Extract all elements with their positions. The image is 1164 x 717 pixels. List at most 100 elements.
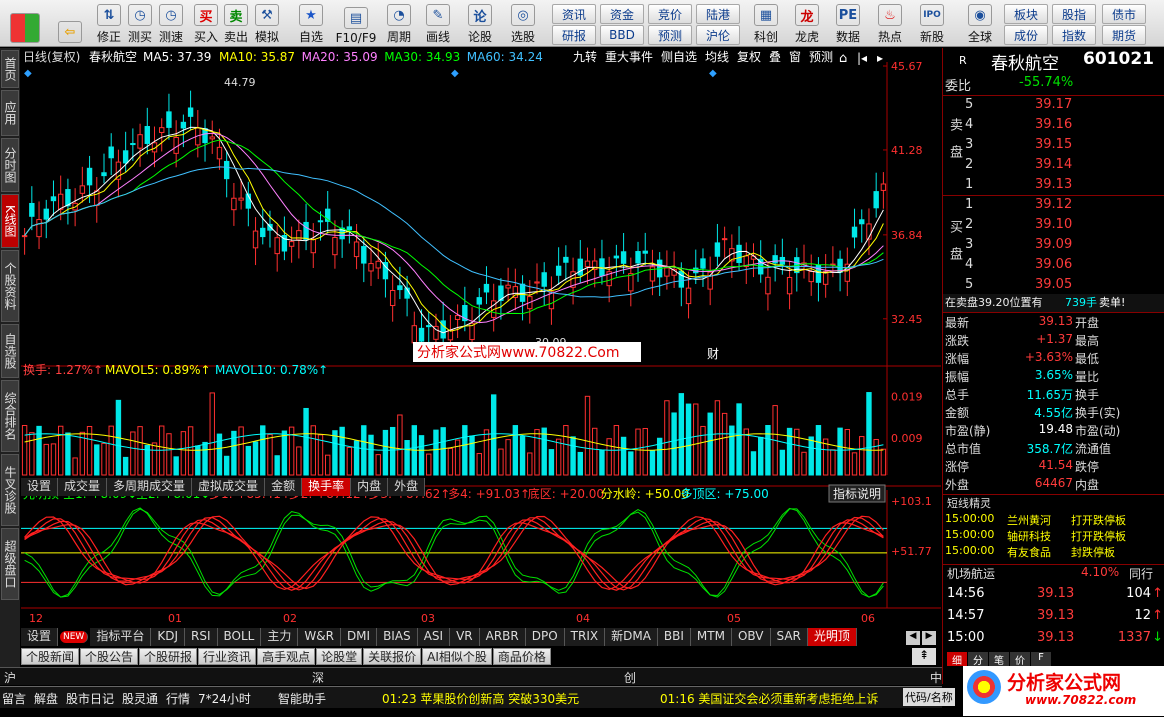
indicator-tab[interactable]: BIAS [377, 628, 418, 646]
detail-tab[interactable]: 价 [1010, 652, 1030, 667]
chart-svg[interactable]: 日线(复权) 春秋航空 MA5: 37.39 MA10: 35.87 MA20: 35.… [21, 48, 941, 630]
toolbar-small-button[interactable]: 研报 [552, 25, 596, 45]
indicator-tab[interactable]: W&R [298, 628, 341, 646]
volume-tab[interactable]: 金额 [265, 478, 303, 496]
toolbar-forum-button[interactable]: 论论股 [462, 1, 498, 45]
event-marker-icon[interactable]: ◆ [709, 68, 717, 79]
market-label[interactable]: 创 [624, 669, 636, 686]
toolbar-small-button[interactable]: 沪伦 [696, 25, 740, 45]
indicator-tab[interactable]: RSI [185, 628, 218, 646]
news-ticker-1[interactable]: 01:23 苹果股价创新高 突破330美元 [382, 690, 579, 707]
short-stock[interactable]: 轴研科技 [1007, 528, 1051, 544]
indicator-tab[interactable]: ASI [417, 628, 451, 646]
market-label[interactable]: 沪 [4, 669, 16, 686]
sidebar-item[interactable]: 个股资料 [1, 250, 19, 322]
toolbar-draw-button[interactable]: ✎ 画线 [420, 1, 456, 45]
collapse-icon[interactable]: ⇞ [912, 648, 936, 665]
indicator-tab[interactable]: BOLL [217, 628, 262, 646]
info-tab[interactable]: 高手观点 [257, 648, 316, 665]
toolbar-global-button[interactable]: ◉ 全球 [958, 1, 1002, 45]
status-item[interactable]: 留言 [2, 690, 26, 707]
toolbar-small-button[interactable]: BBD [600, 25, 644, 45]
sidebar-item[interactable]: 牛叉诊股 [1, 454, 19, 526]
toolbar-small-button[interactable]: 陆港 [696, 4, 740, 24]
toolbar-hot-button[interactable]: ♨ 热点 [872, 1, 908, 45]
indicator-tab[interactable]: 主力 [261, 628, 299, 646]
status-item[interactable]: 智能助手 [278, 690, 326, 707]
ask-price[interactable]: 39.14 [1035, 157, 1072, 172]
status-item[interactable]: 7*24小时 [198, 690, 251, 707]
bid-price[interactable]: 39.10 [1035, 217, 1072, 232]
toolbar-small-button[interactable]: 债市 [1102, 4, 1146, 24]
volume-tab[interactable]: 换手率 [302, 478, 352, 496]
indicator-tab[interactable]: OBV [731, 628, 771, 646]
bid-price[interactable]: 39.09 [1035, 237, 1072, 252]
toolbar-period-button[interactable]: ◔ 周期 [380, 1, 418, 45]
status-item[interactable]: 股市日记 [66, 690, 114, 707]
kline-header-button[interactable]: 复权 [737, 50, 761, 64]
toolbar-back-button[interactable]: ⇦ [52, 1, 88, 45]
kline-period-label[interactable]: 日线(复权) [23, 50, 80, 64]
toolbar-pick-button[interactable]: ◎ 选股 [502, 1, 544, 45]
kline-header-button[interactable]: 窗 [789, 50, 801, 64]
kline-header-button[interactable]: 九转 [573, 49, 597, 64]
toolbar-simulate-button[interactable]: ⚒ 模拟 [252, 1, 282, 45]
toolbar-measure-button[interactable]: ◷ 测速 [156, 1, 186, 45]
toolbar-f10-button[interactable]: ▤ F10/F9 [334, 1, 378, 45]
sidebar-item[interactable]: 综合排名 [1, 380, 19, 452]
indicator-tab[interactable]: MTM [690, 628, 732, 646]
event-marker-icon[interactable]: ◆ [451, 68, 459, 79]
toolbar-data-button[interactable]: PE 数据 [830, 1, 866, 45]
detail-tab[interactable]: 笔 [989, 652, 1009, 667]
indicator-tab[interactable]: 新DMA [605, 628, 658, 646]
kline-header-button[interactable]: 叠 [769, 50, 781, 64]
market-label[interactable]: 深 [312, 669, 324, 686]
finance-marker[interactable]: 财 [707, 347, 719, 361]
indicator-explain-label[interactable]: 指标说明 [833, 486, 881, 501]
volume-tab[interactable]: 成交量 [58, 478, 108, 496]
scroll-left-icon[interactable]: ◀ [906, 631, 920, 645]
toolbar-small-button[interactable]: 资讯 [552, 4, 596, 24]
indicator-tab[interactable]: 指标平台 [90, 628, 152, 646]
kline-header-button[interactable]: 均线 [705, 50, 729, 64]
indicator-tab[interactable]: ARBR [479, 628, 526, 646]
info-tab[interactable]: 个股新闻 [21, 648, 80, 665]
ask-price[interactable]: 39.13 [1035, 177, 1072, 192]
indicator-tab[interactable]: VR [450, 628, 480, 646]
info-tab[interactable]: 个股公告 [80, 648, 139, 665]
indicator-tab[interactable]: TRIX [564, 628, 606, 646]
sector-peer-button[interactable]: 同行 [1129, 565, 1153, 582]
sidebar-item[interactable]: 超级盘口 [1, 528, 19, 600]
next-icon[interactable]: ▸ [877, 51, 883, 65]
sidebar-item[interactable]: 应用 [1, 90, 19, 136]
indicator-tab[interactable]: KDJ [151, 628, 186, 646]
bid-price[interactable]: 39.12 [1035, 197, 1072, 212]
short-stock[interactable]: 兰州黄河 [1007, 512, 1051, 528]
status-item[interactable]: 股灵通 [122, 690, 158, 707]
detail-tab[interactable]: 分 [968, 652, 988, 667]
info-tab[interactable]: 关联报价 [363, 648, 422, 665]
indicator-tab[interactable]: 设置 [21, 628, 59, 646]
sidebar-item[interactable]: 首页 [1, 50, 19, 88]
prev-icon[interactable]: |◂ [857, 51, 867, 65]
toolbar-fix-button[interactable]: ⇅ 修正 [94, 1, 124, 45]
ask-price[interactable]: 39.16 [1035, 117, 1072, 132]
new-badge[interactable]: NEW [60, 631, 89, 643]
detail-tab[interactable]: 细 [947, 652, 967, 667]
info-tab[interactable]: 商品价格 [492, 648, 551, 665]
volume-tab[interactable]: 设置 [21, 478, 59, 496]
toolbar-small-button[interactable]: 预测 [648, 25, 692, 45]
volume-tab[interactable]: 虚拟成交量 [192, 478, 266, 496]
toolbar-watchlist-button[interactable]: ★ 自选 [292, 1, 330, 45]
toolbar-small-button[interactable]: 期货 [1102, 25, 1146, 45]
toolbar-small-button[interactable]: 指数 [1052, 25, 1096, 45]
detail-tab[interactable]: F [1031, 652, 1051, 666]
toolbar-buy-button[interactable]: 买买入 [192, 1, 220, 45]
info-tab[interactable]: 行业资讯 [198, 648, 257, 665]
sidebar-item[interactable]: 分时图 [1, 138, 19, 192]
kline-header-button[interactable]: 重大事件 [605, 50, 653, 64]
toolbar-small-button[interactable]: 成份 [1004, 25, 1048, 45]
sidebar-item[interactable]: K线图 [1, 194, 19, 248]
bid-price[interactable]: 39.05 [1035, 277, 1072, 292]
sidebar-item[interactable]: 自选股 [1, 324, 19, 378]
